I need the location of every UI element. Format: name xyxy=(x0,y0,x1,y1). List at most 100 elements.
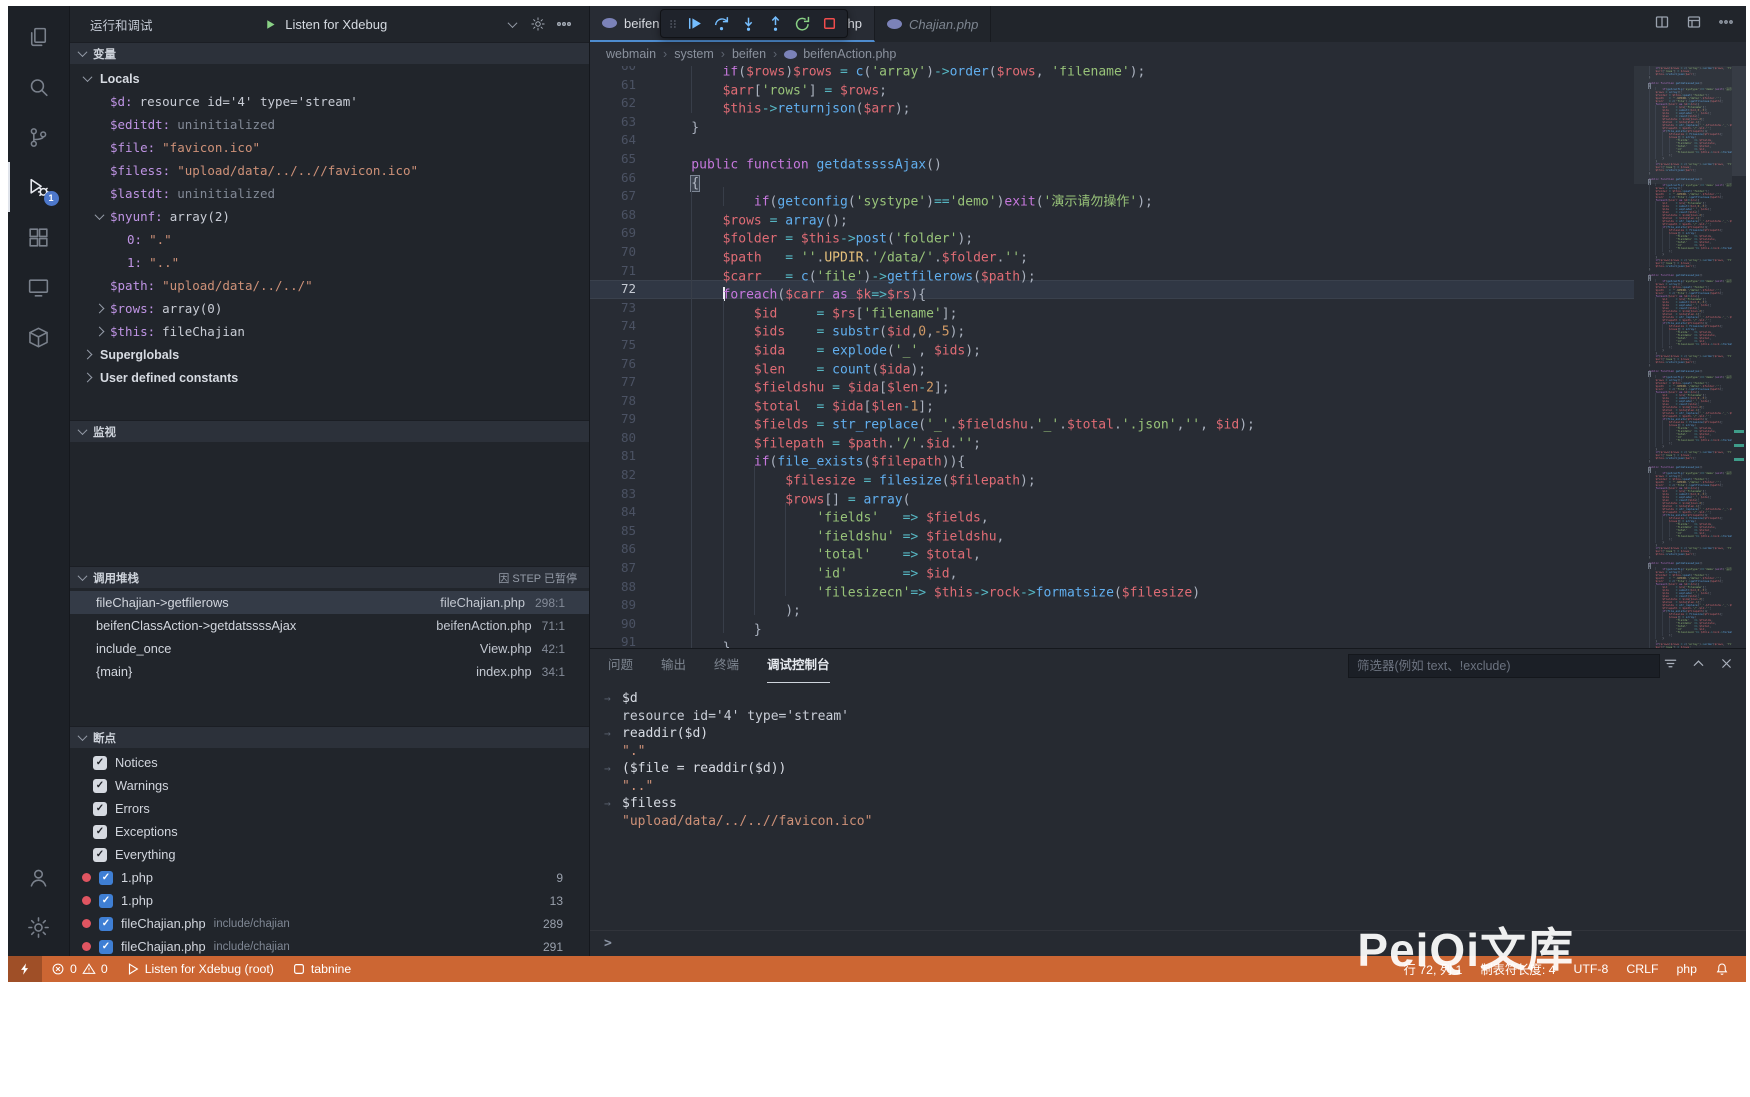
console-output-row[interactable]: "." xyxy=(604,743,1746,761)
code-line[interactable]: 88'filesizecn'=> $this->rock->formatsize… xyxy=(590,578,1634,597)
console-output-row[interactable]: "upload/data/../..//favicon.ico" xyxy=(604,813,1746,831)
breakpoint-option-row[interactable]: ✓Exceptions xyxy=(70,820,589,843)
gear-icon[interactable] xyxy=(525,16,551,32)
variable-group[interactable]: Locals xyxy=(70,67,589,90)
minimap-viewport[interactable] xyxy=(1634,66,1732,184)
callstack-header[interactable]: 调用堆栈 因 STEP 已暂停 xyxy=(70,566,589,588)
notifications-bell-icon[interactable] xyxy=(1706,956,1738,982)
code-line[interactable]: 75$ida = explode('_', $ids); xyxy=(590,336,1634,355)
checkbox-checked[interactable]: ✓ xyxy=(99,940,113,954)
breakpoints-header[interactable]: 断点 xyxy=(70,726,589,748)
breakpoint-option-row[interactable]: ✓Warnings xyxy=(70,774,589,797)
editor-tab[interactable]: Chajian.php xyxy=(875,6,991,42)
code-line[interactable]: 69$folder = $this->post('folder'); xyxy=(590,224,1634,243)
breakpoint-option-row[interactable]: ✓Errors xyxy=(70,797,589,820)
more-actions-icon[interactable] xyxy=(551,16,577,32)
panel-tab[interactable]: 调试控制台 xyxy=(767,649,830,683)
panel-tab[interactable]: 输出 xyxy=(661,649,686,683)
code-line[interactable]: 79$fields = str_replace('_'.$fieldshu.'_… xyxy=(590,410,1634,429)
code-line[interactable]: 71$carr = c('file')->getfilerows($path); xyxy=(590,262,1634,281)
code-line[interactable]: 87'id' => $id, xyxy=(590,559,1634,578)
code-line[interactable]: 72foreach($carr as $k=>$rs){ xyxy=(590,280,1634,299)
code-line[interactable]: 85'fieldshu' => $fieldshu, xyxy=(590,522,1634,541)
stop-icon[interactable] xyxy=(816,11,842,37)
step-into-icon[interactable] xyxy=(735,11,761,37)
checkbox-checked[interactable]: ✓ xyxy=(93,779,107,793)
variable-row[interactable]: $lastdt:uninitialized xyxy=(70,182,589,205)
console-input-row[interactable]: →$filess xyxy=(604,795,1746,813)
step-over-icon[interactable] xyxy=(708,11,734,37)
debug-config-dropdown[interactable]: Listen for Xdebug xyxy=(153,17,499,32)
extensions-icon[interactable] xyxy=(8,212,70,262)
breadcrumb-item[interactable]: system xyxy=(674,47,714,61)
variable-row[interactable]: $d:resource id='4' type='stream' xyxy=(70,90,589,113)
checkbox-checked[interactable]: ✓ xyxy=(99,917,113,931)
code-line[interactable]: 82$filesize = filesize($filepath); xyxy=(590,466,1634,485)
breakpoint-row[interactable]: ✓1.php13 xyxy=(70,889,589,912)
console-output-row[interactable]: resource id='4' type='stream' xyxy=(604,708,1746,726)
maximize-panel-icon[interactable] xyxy=(1691,656,1706,676)
tabnine-status[interactable]: tabnine xyxy=(283,956,360,982)
variable-row[interactable]: $file:"favicon.ico" xyxy=(70,136,589,159)
more-actions-icon[interactable] xyxy=(1718,14,1734,35)
panel-tab[interactable]: 终端 xyxy=(714,649,739,683)
status-item[interactable]: CRLF xyxy=(1617,956,1667,982)
watch-header[interactable]: 监视 xyxy=(70,420,589,442)
code-editor[interactable]: 60if($rows)$rows = c('array')->order($ro… xyxy=(590,66,1746,648)
code-line[interactable]: 62$this->returnjson($arr); xyxy=(590,94,1634,113)
code-line[interactable]: 64 xyxy=(590,131,1634,150)
source-control-icon[interactable] xyxy=(8,112,70,162)
explorer-icon[interactable] xyxy=(8,12,70,62)
run-debug-icon[interactable]: 1 xyxy=(8,162,70,212)
panel-tab[interactable]: 问题 xyxy=(608,649,633,683)
callstack-frame[interactable]: {main}index.php34:1 xyxy=(70,660,589,683)
filter-icon[interactable] xyxy=(1663,656,1678,676)
step-out-icon[interactable] xyxy=(762,11,788,37)
console-input-row[interactable]: →($file = readdir($d)) xyxy=(604,760,1746,778)
console-filter-input[interactable] xyxy=(1348,654,1660,678)
code-line[interactable]: 83$rows[] = array( xyxy=(590,485,1634,504)
restart-icon[interactable] xyxy=(789,11,815,37)
console-body[interactable]: →$dresource id='4' type='stream'→readdir… xyxy=(590,683,1746,930)
console-input-row[interactable]: →$d xyxy=(604,690,1746,708)
settings-gear-icon[interactable] xyxy=(8,902,70,952)
variable-row[interactable]: 1:".." xyxy=(70,251,589,274)
minimap[interactable]: if($rows)$rows = c('array')->order($rows… xyxy=(1634,66,1732,648)
variable-row[interactable]: $editdt:uninitialized xyxy=(70,113,589,136)
close-panel-icon[interactable] xyxy=(1719,656,1734,676)
container-icon[interactable] xyxy=(8,312,70,362)
variable-row[interactable]: $this:fileChajian xyxy=(70,320,589,343)
debug-config-label[interactable]: Listen for Xdebug xyxy=(285,17,387,32)
split-editor-icon[interactable] xyxy=(1654,14,1670,35)
debug-session-status[interactable]: Listen for Xdebug (root) xyxy=(117,956,283,982)
chevron-down-icon[interactable] xyxy=(95,210,105,220)
checkbox-checked[interactable]: ✓ xyxy=(93,825,107,839)
breadcrumb-item[interactable]: beifen xyxy=(732,47,766,61)
variables-header[interactable]: 变量 xyxy=(70,42,589,64)
layout-icon[interactable] xyxy=(1686,14,1702,35)
variable-row[interactable]: 0:"." xyxy=(70,228,589,251)
checkbox-checked[interactable]: ✓ xyxy=(93,802,107,816)
remote-explorer-icon[interactable] xyxy=(8,262,70,312)
callstack-frame[interactable]: fileChajian->getfilerowsfileChajian.php2… xyxy=(70,591,589,614)
breakpoint-row[interactable]: ✓fileChajian.phpinclude/chajian291 xyxy=(70,935,589,956)
start-debug-icon[interactable] xyxy=(264,18,277,31)
code-line[interactable]: 76$len = count($ida); xyxy=(590,355,1634,374)
code-line[interactable]: 81if(file_exists($filepath)){ xyxy=(590,447,1634,466)
breakpoint-option-row[interactable]: ✓Everything xyxy=(70,843,589,866)
chevron-right-icon[interactable] xyxy=(95,327,105,337)
code-line[interactable]: 86'total' => $total, xyxy=(590,540,1634,559)
checkbox-checked[interactable]: ✓ xyxy=(93,848,107,862)
variable-group[interactable]: Superglobals xyxy=(70,343,589,366)
account-icon[interactable] xyxy=(8,852,70,902)
variable-group[interactable]: User defined constants xyxy=(70,366,589,389)
code-line[interactable]: 84'fields' => $fields, xyxy=(590,503,1634,522)
code-line[interactable]: 67if(getconfig('systype')=='demo')exit('… xyxy=(590,187,1634,206)
variable-row[interactable]: $path:"upload/data/../../" xyxy=(70,274,589,297)
code-line[interactable]: 60if($rows)$rows = c('array')->order($ro… xyxy=(590,66,1634,76)
remote-indicator-icon[interactable] xyxy=(8,956,42,982)
continue-icon[interactable] xyxy=(681,11,707,37)
breakpoint-option-row[interactable]: ✓Notices xyxy=(70,751,589,774)
chevron-right-icon[interactable] xyxy=(95,304,105,314)
search-icon[interactable] xyxy=(8,62,70,112)
